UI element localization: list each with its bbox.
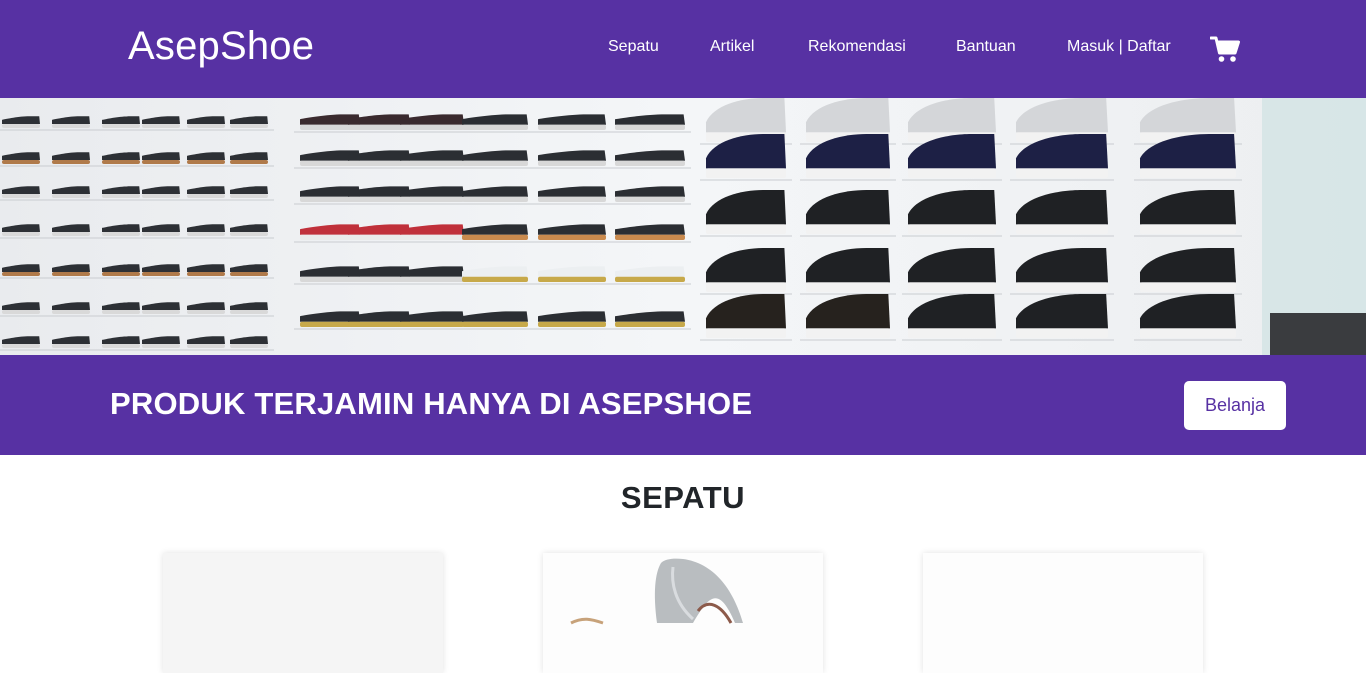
nav-item-rekomendasi[interactable]: Rekomendasi [808, 38, 906, 56]
section-title: SEPATU [620, 480, 746, 515]
product-card[interactable] [923, 553, 1203, 673]
product-card[interactable] [163, 553, 443, 673]
nav-item-bantuan[interactable]: Bantuan [956, 38, 1016, 56]
banner-title: PRODUK TERJAMIN HANYA DI ASEPSHOE [110, 386, 753, 421]
nav-item-sepatu[interactable]: Sepatu [608, 38, 659, 56]
nav-item-login-register[interactable]: Masuk | Daftar [1067, 38, 1171, 56]
nav-item-artikel[interactable]: Artikel [710, 38, 754, 56]
nav-menu: Sepatu Artikel Rekomendasi Bantuan Masuk… [0, 0, 1366, 98]
product-card[interactable] [543, 553, 823, 673]
shop-button[interactable]: Belanja [1184, 381, 1286, 430]
hero-image-shoe-wall [0, 98, 1366, 355]
product-image [163, 553, 443, 673]
promo-banner: PRODUK TERJAMIN HANYA DI ASEPSHOE Belanj… [0, 355, 1366, 455]
shopping-cart-icon[interactable] [1209, 35, 1240, 63]
product-image [543, 553, 823, 673]
navbar: AsepShoe Sepatu Artikel Rekomendasi Bant… [0, 0, 1366, 98]
product-image [923, 553, 1203, 673]
